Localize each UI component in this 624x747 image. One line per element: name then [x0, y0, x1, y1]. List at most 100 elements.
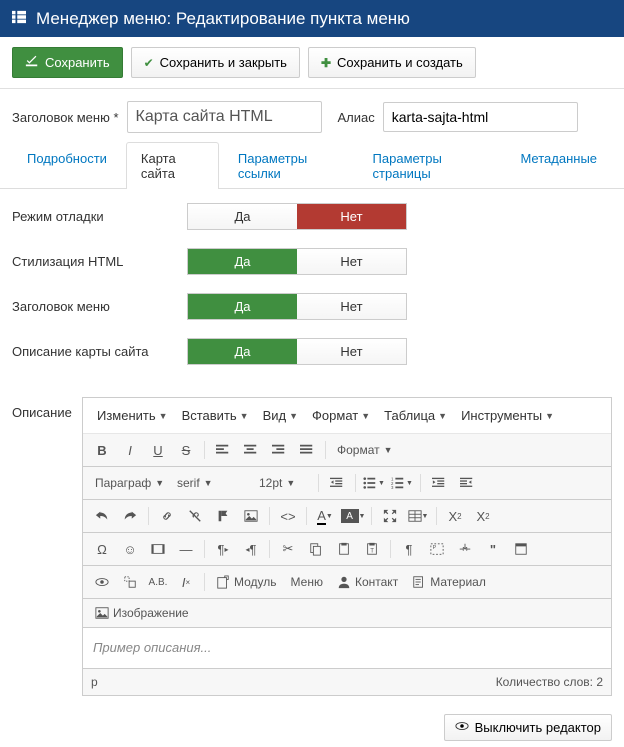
menu-tools[interactable]: Инструменты▼	[455, 404, 560, 427]
unlink-button[interactable]	[182, 504, 208, 528]
table-button[interactable]: ▼	[405, 504, 431, 528]
caret-icon: ▼	[406, 480, 413, 487]
paste-text-button[interactable]: T	[359, 537, 385, 561]
anchor-button[interactable]	[210, 504, 236, 528]
align-left-button[interactable]	[210, 438, 236, 462]
strike-button[interactable]: S	[173, 438, 199, 462]
outdent2-button[interactable]	[454, 471, 480, 495]
hr-button[interactable]: —	[173, 537, 199, 561]
font-family-select[interactable]: serif▼	[171, 473, 251, 493]
tab-details[interactable]: Подробности	[12, 142, 122, 189]
debug-toggle: Да Нет	[187, 203, 407, 230]
save-new-button[interactable]: ✚ Сохранить и создать	[308, 47, 476, 78]
abs-button[interactable]	[117, 570, 143, 594]
align-right-button[interactable]	[266, 438, 292, 462]
menu-button[interactable]: Меню	[285, 572, 329, 592]
debug-row: Режим отладки Да Нет	[12, 203, 612, 230]
material-button[interactable]: Материал	[406, 572, 492, 592]
italic-button[interactable]: I	[117, 438, 143, 462]
align-center-button[interactable]	[238, 438, 264, 462]
image-button[interactable]	[238, 504, 264, 528]
editor: Изменить▼ Вставить▼ Вид▼ Формат▼ Таблица…	[82, 397, 612, 696]
clear-format-button[interactable]: I×	[173, 570, 199, 594]
undo-button[interactable]	[89, 504, 115, 528]
separator	[269, 507, 270, 525]
show-blocks-button[interactable]: P	[424, 537, 450, 561]
redo-button[interactable]	[117, 504, 143, 528]
nbsp-button[interactable]	[452, 537, 478, 561]
cut-button[interactable]: ✂	[275, 537, 301, 561]
indent-button[interactable]	[426, 471, 452, 495]
editor-content[interactable]: Пример описания...	[83, 628, 611, 668]
menu-title-no[interactable]: Нет	[297, 294, 406, 319]
paste-button[interactable]	[331, 537, 357, 561]
desc-toggle: Да Нет	[187, 338, 407, 365]
eye-icon	[455, 719, 469, 736]
insert-image-button[interactable]: Изображение	[89, 603, 195, 623]
menu-table[interactable]: Таблица▼	[378, 404, 453, 427]
caret-icon: ▼	[289, 411, 298, 421]
code-button[interactable]: <>	[275, 504, 301, 528]
special-char-button[interactable]: Ω	[89, 537, 115, 561]
template-button[interactable]	[508, 537, 534, 561]
menu-format[interactable]: Формат▼	[306, 404, 376, 427]
save-button[interactable]: Сохранить	[12, 47, 123, 78]
module-button[interactable]: Модуль	[210, 572, 283, 592]
contact-button[interactable]: Контакт	[331, 572, 404, 592]
tab-link-params[interactable]: Параметры ссылки	[223, 142, 354, 189]
ltr-button[interactable]: ¶▸	[210, 537, 236, 561]
desc-yes[interactable]: Да	[188, 339, 297, 364]
element-path[interactable]: p	[91, 675, 98, 689]
bold-button[interactable]: B	[89, 438, 115, 462]
bg-color-button[interactable]: A▼	[340, 504, 366, 528]
link-button[interactable]	[154, 504, 180, 528]
paragraph-select[interactable]: Параграф▼	[89, 473, 169, 493]
separator	[355, 474, 356, 492]
menu-insert[interactable]: Вставить▼	[176, 404, 255, 427]
fullscreen-button[interactable]	[377, 504, 403, 528]
styling-no[interactable]: Нет	[297, 249, 406, 274]
editor-label: Описание	[12, 397, 70, 696]
menu-title-yes[interactable]: Да	[188, 294, 297, 319]
separator	[325, 441, 326, 459]
font-size-select[interactable]: 12pt▼	[253, 473, 313, 493]
debug-yes[interactable]: Да	[188, 204, 297, 229]
number-list-button[interactable]: 123▼	[389, 471, 415, 495]
text-color-button[interactable]: A▼	[312, 504, 338, 528]
styling-yes[interactable]: Да	[188, 249, 297, 274]
emoticon-button[interactable]: ☺	[117, 537, 143, 561]
format-select[interactable]: Формат▼	[331, 440, 399, 460]
toggle-editor-button[interactable]: Выключить редактор	[444, 714, 612, 741]
copy-button[interactable]	[303, 537, 329, 561]
media-button[interactable]	[145, 537, 171, 561]
quote-button[interactable]: "	[480, 537, 506, 561]
align-justify-button[interactable]	[294, 438, 320, 462]
superscript-button[interactable]: X2	[470, 504, 496, 528]
save-close-button[interactable]: ✔ Сохранить и закрыть	[131, 47, 300, 78]
outdent-button[interactable]	[324, 471, 350, 495]
tab-metadata[interactable]: Метаданные	[505, 142, 612, 189]
debug-no[interactable]: Нет	[297, 204, 406, 229]
subscript-button[interactable]: X2	[442, 504, 468, 528]
desc-label: Описание карты сайта	[12, 344, 187, 359]
menu-edit[interactable]: Изменить▼	[91, 404, 174, 427]
desc-no[interactable]: Нет	[297, 339, 406, 364]
page-header: Менеджер меню: Редактирование пункта мен…	[0, 0, 624, 37]
separator	[420, 474, 421, 492]
menu-title-toggle: Да Нет	[187, 293, 407, 320]
svg-text:3: 3	[391, 485, 394, 490]
separator	[390, 540, 391, 558]
rtl-button[interactable]: ◂¶	[238, 537, 264, 561]
show-invisible-button[interactable]: ¶	[396, 537, 422, 561]
alias-input[interactable]	[383, 102, 578, 132]
bullet-list-button[interactable]: ▼	[361, 471, 387, 495]
tab-page-params[interactable]: Параметры страницы	[358, 142, 502, 189]
underline-button[interactable]: U	[145, 438, 171, 462]
caret-icon: ▼	[422, 513, 429, 520]
tab-sitemap[interactable]: Карта сайта	[126, 142, 219, 189]
abbr-button[interactable]: A.B.	[145, 570, 171, 594]
menu-view[interactable]: Вид▼	[257, 404, 304, 427]
preview-button[interactable]	[89, 570, 115, 594]
title-input[interactable]	[127, 101, 322, 133]
editor-row: Описание Изменить▼ Вставить▼ Вид▼ Формат…	[0, 397, 624, 708]
